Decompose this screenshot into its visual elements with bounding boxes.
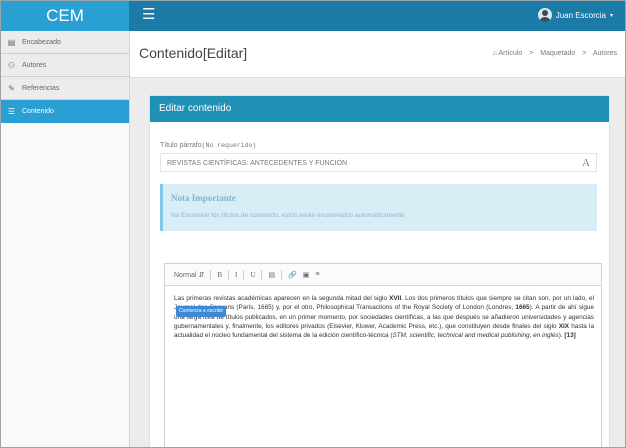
link-icon[interactable]: 🔗 [288, 271, 297, 279]
breadcrumb-separator: > [529, 50, 534, 57]
editor-toolbar: Normal ⇵ B I U ▤ 🔗 ▣ ≡ [165, 264, 601, 286]
home-icon: ⌂ [492, 50, 497, 57]
breadcrumb-separator: > [582, 50, 587, 57]
editor-text-bold: [13] [564, 332, 576, 340]
toolbar-divider [243, 269, 245, 280]
editor-tooltip: Comienza a escribir [176, 306, 227, 317]
top-navbar: CEM ☰ Juan Escorcia ▾ [1, 1, 625, 31]
sidebar-item-encabezado[interactable]: ▤ Encabezado [1, 31, 129, 54]
breadcrumb-item-maquetado[interactable]: Maquetado [540, 50, 575, 57]
sidebar-item-label: Encabezado [22, 38, 61, 46]
format-select-value: Normal [174, 271, 197, 279]
field-label-text: Título párrafo [160, 142, 202, 149]
user-name: Juan Escorcia [555, 10, 606, 20]
bold-button[interactable]: B [217, 271, 222, 279]
edit-icon: ✎ [8, 83, 15, 93]
page-title: Contenido[Editar] [139, 45, 248, 61]
field-hint: (No requerido) [201, 142, 257, 149]
paragraph-title-label: Título párrafo(No requerido) [160, 142, 256, 149]
hamburger-icon[interactable]: ☰ [142, 6, 155, 24]
editor-text: Las primeras revistas académicas aparece… [174, 295, 390, 302]
editor-text-bold: XIX [558, 322, 570, 330]
editor-text-bold: 1665 [515, 304, 530, 312]
list-icon: ☰ [7, 106, 16, 116]
toolbar-divider [228, 269, 230, 280]
alert-title: Nota Importante [171, 193, 236, 203]
breadcrumb: ⌂ Artículo > Maquetado > Autores [493, 50, 617, 57]
app-frame: CEM ☰ Juan Escorcia ▾ ▤ Encabezado ⚇ Aut… [0, 0, 626, 448]
paragraph-title-input[interactable]: REVISTAS CIENTÍFICAS: ANTECEDENTES Y FUN… [160, 153, 597, 172]
rich-text-editor[interactable]: Normal ⇵ B I U ▤ 🔗 ▣ ≡ Las primeras revi… [164, 263, 602, 447]
sidebar-item-referencias[interactable]: ✎ Referencias [1, 77, 129, 100]
editor-text-bold: XVII [389, 295, 402, 302]
sidebar-item-label: Autores [22, 61, 47, 69]
user-menu[interactable]: Juan Escorcia ▾ [537, 8, 613, 22]
chevron-down-icon: ▾ [609, 12, 613, 19]
image-icon[interactable]: ▣ [303, 271, 310, 279]
format-select[interactable]: Normal ⇵ [174, 271, 204, 279]
sidebar-item-contenido[interactable]: ☰ Contenido [1, 100, 129, 123]
editor-text-italic: STM, scientific, technical and medical p… [392, 332, 559, 340]
content-header: Contenido[Editar] ⌂ Artículo > Maquetado… [130, 31, 625, 78]
header-icon: ▤ [7, 37, 16, 47]
list-icon[interactable]: ≡ [315, 271, 319, 278]
editor-content[interactable]: Las primeras revistas académicas aparece… [174, 294, 594, 340]
underline-button[interactable]: U [250, 271, 255, 279]
font-icon: A [582, 157, 590, 169]
align-icon[interactable]: ▤ [268, 271, 275, 279]
edit-content-card: Editar contenido Título párrafo(No reque… [149, 95, 610, 447]
paragraph-title-value: REVISTAS CIENTÍFICAS: ANTECEDENTES Y FUN… [167, 160, 348, 167]
sidebar-item-label: Contenido [22, 107, 54, 115]
card-title: Editar contenido [150, 96, 609, 122]
toolbar-divider [281, 269, 283, 280]
brand-logo[interactable]: CEM [1, 1, 129, 31]
toolbar-divider [210, 269, 212, 280]
avatar [537, 8, 552, 22]
important-note-alert: Nota Importante No Enumerar los títulos … [160, 184, 597, 231]
italic-button[interactable]: I [235, 271, 237, 279]
toolbar-divider [261, 269, 263, 280]
alert-text: No Enumerar los títulos de contenido, es… [171, 212, 405, 219]
sidebar-item-autores[interactable]: ⚇ Autores [1, 54, 129, 77]
breadcrumb-item-autores[interactable]: Autores [593, 50, 617, 57]
breadcrumb-item-articulo[interactable]: Artículo [499, 50, 523, 57]
users-icon: ⚇ [7, 60, 16, 70]
sidebar: ▤ Encabezado ⚇ Autores ✎ Referencias ☰ C… [1, 31, 130, 447]
sidebar-item-label: Referencias [22, 84, 60, 92]
